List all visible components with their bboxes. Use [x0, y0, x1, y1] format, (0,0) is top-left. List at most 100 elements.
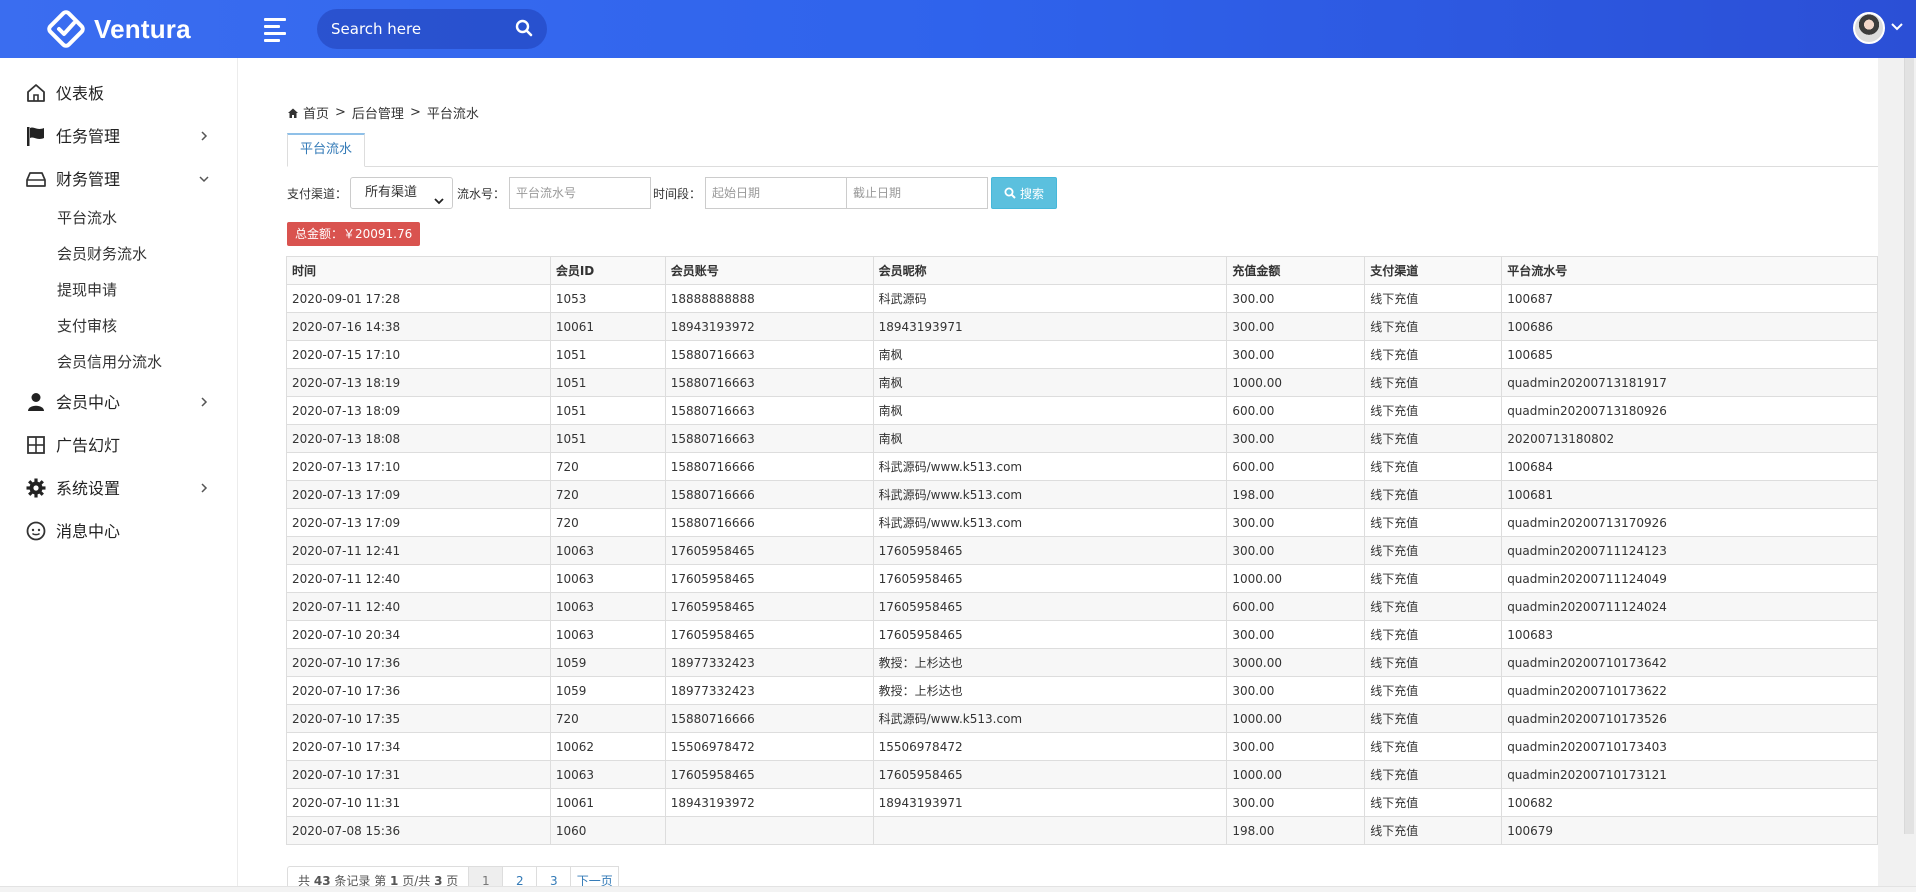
table-cell: 科武源码/www.k513.com	[872, 704, 1228, 733]
table-cell: 10062	[549, 732, 666, 761]
breadcrumb-admin[interactable]: 后台管理	[352, 103, 404, 122]
table-cell: 100679	[1501, 816, 1878, 845]
sidebar-subitem-member-finance[interactable]: 会员财务流水	[57, 243, 147, 264]
table-cell: 线下充值	[1364, 676, 1503, 705]
table-cell: quadmin20200711124049	[1501, 564, 1878, 593]
table-cell: 18977332423	[664, 676, 874, 705]
sidebar-item-label: 财务管理	[56, 170, 121, 189]
period-label: 时间段：	[653, 187, 702, 201]
chevron-right-icon	[198, 482, 210, 494]
chevron-right-icon	[198, 396, 210, 408]
sidebar-item-dashboard[interactable]: 仪表板	[0, 75, 238, 109]
table-cell: quadmin20200710173121	[1501, 760, 1878, 789]
table-cell: 15880716666	[664, 508, 874, 537]
sidebar-item-finance[interactable]: 财务管理	[0, 161, 238, 195]
grid-icon	[25, 434, 47, 456]
table-cell: 1053	[549, 284, 666, 313]
serial-input[interactable]	[509, 177, 651, 209]
table-row: 2020-07-10 17:31 10063 17605958465 17605958…	[286, 760, 1878, 789]
channel-select[interactable]: 所有渠道	[350, 177, 453, 209]
end-date-input[interactable]	[846, 177, 988, 209]
table-row: 2020-07-08 15:36 1060 198.00 线下充值 100679	[286, 816, 1878, 845]
table-cell: quadmin20200710173526	[1501, 704, 1878, 733]
table-cell: quadmin20200711124024	[1501, 592, 1878, 621]
table-cell: 线下充值	[1364, 452, 1503, 481]
table-cell: 18943193971	[872, 788, 1228, 817]
sidebar-subitem-withdraw[interactable]: 提现申请	[57, 279, 117, 300]
breadcrumb-home[interactable]: 首页	[303, 103, 329, 122]
table-cell: 线下充值	[1364, 592, 1503, 621]
table-row: 2020-07-11 12:41 10063 17605958465 17605958…	[286, 536, 1878, 565]
sidebar-item-ads[interactable]: 广告幻灯	[0, 427, 238, 461]
table-cell: 线下充值	[1364, 732, 1503, 761]
sidebar-subitem-credit-flow[interactable]: 会员信用分流水	[57, 351, 162, 372]
table-cell: 300.00	[1226, 424, 1366, 453]
vertical-scrollbar[interactable]	[1904, 58, 1914, 834]
table-cell: 720	[549, 452, 666, 481]
table-row: 2020-07-13 18:08 1051 15880716663 南枫 300.00 线…	[286, 424, 1878, 453]
breadcrumb-separator: >	[409, 105, 421, 120]
table-row: 2020-07-11 12:40 10063 17605958465 17605958…	[286, 592, 1878, 621]
table-cell: 100684	[1501, 452, 1878, 481]
table-row: 2020-07-10 17:34 10062 15506978472 15506978…	[286, 732, 1878, 761]
channel-select-value: 所有渠道	[365, 185, 418, 200]
table-cell: 600.00	[1226, 592, 1366, 621]
table-cell: 线下充值	[1364, 396, 1503, 425]
breadcrumb-current: 平台流水	[426, 107, 479, 122]
table-cell: quadmin20200710173642	[1501, 648, 1878, 677]
table-cell: 2020-07-15 17:10	[286, 340, 551, 369]
table-cell: 720	[549, 704, 666, 733]
table-cell: 100686	[1501, 312, 1878, 341]
table-cell: 南枫	[872, 368, 1228, 397]
sidebar-item-label: 会员中心	[56, 393, 121, 412]
table-cell: 教授：上杉达也	[872, 648, 1228, 677]
sidebar-item-settings[interactable]: 系统设置	[0, 470, 238, 504]
avatar[interactable]	[1853, 12, 1885, 44]
total-amount-badge: 总金额：￥20091.76	[287, 222, 421, 246]
sidebar-item-members[interactable]: 会员中心	[0, 384, 238, 418]
table-row: 2020-07-10 17:36 1059 18977332423 教授：上杉达也 30…	[286, 676, 1878, 705]
table-cell: 1051	[549, 396, 666, 425]
table-cell: 17605958465	[872, 620, 1228, 649]
start-date-input[interactable]	[705, 177, 847, 209]
table-row: 2020-07-13 17:10 720 15880716666 科武源码/www.k…	[286, 452, 1878, 481]
table-row: 2020-07-13 17:09 720 15880716666 科武源码/www.k…	[286, 508, 1878, 537]
sidebar-subitem-payment-review[interactable]: 支付审核	[57, 315, 117, 336]
table-cell: 10063	[549, 564, 666, 593]
table-cell: 线下充值	[1364, 284, 1503, 313]
search-input[interactable]	[331, 9, 506, 49]
table-cell: 南枫	[872, 424, 1228, 453]
search-button[interactable]: 搜索	[991, 177, 1057, 209]
table-cell: 2020-07-10 17:36	[286, 676, 551, 705]
chevron-down-icon[interactable]	[1890, 20, 1904, 34]
tab-platform-flow[interactable]: 平台流水	[287, 133, 366, 167]
table-cell: 198.00	[1226, 816, 1366, 845]
table-cell: 线下充值	[1364, 536, 1503, 565]
table-cell: 300.00	[1226, 620, 1366, 649]
table-cell: quadmin20200713180926	[1501, 396, 1878, 425]
table-cell: 科武源码/www.k513.com	[872, 452, 1228, 481]
search-icon[interactable]	[515, 19, 535, 39]
table-cell: 600.00	[1226, 452, 1366, 481]
sidebar-item-tasks[interactable]: 任务管理	[0, 118, 238, 152]
table-cell: quadmin20200711124123	[1501, 536, 1878, 565]
table-cell: 3000.00	[1226, 648, 1366, 677]
logo[interactable]: Ventura	[46, 9, 191, 49]
sidebar-item-messages[interactable]: 消息中心	[0, 513, 238, 547]
table-cell: 10061	[549, 788, 666, 817]
user-icon	[25, 391, 47, 413]
table-cell: 线下充值	[1364, 704, 1503, 733]
chat-icon	[25, 520, 47, 542]
logo-icon	[46, 9, 86, 49]
menu-toggle-icon[interactable]	[264, 18, 288, 42]
table-row: 2020-07-10 11:31 10061 18943193972 18943193…	[286, 788, 1878, 817]
table-cell: 720	[549, 508, 666, 537]
table-cell: 300.00	[1226, 732, 1366, 761]
tray-icon	[25, 168, 47, 190]
table-cell: 15880716666	[664, 480, 874, 509]
table-cell: 2020-07-10 17:31	[286, 760, 551, 789]
sidebar-subitem-platform-flow[interactable]: 平台流水	[57, 207, 117, 228]
table-cell: 2020-07-13 17:09	[286, 508, 551, 537]
table-cell: 20200713180802	[1501, 424, 1878, 453]
table-cell: 科武源码/www.k513.com	[872, 508, 1228, 537]
